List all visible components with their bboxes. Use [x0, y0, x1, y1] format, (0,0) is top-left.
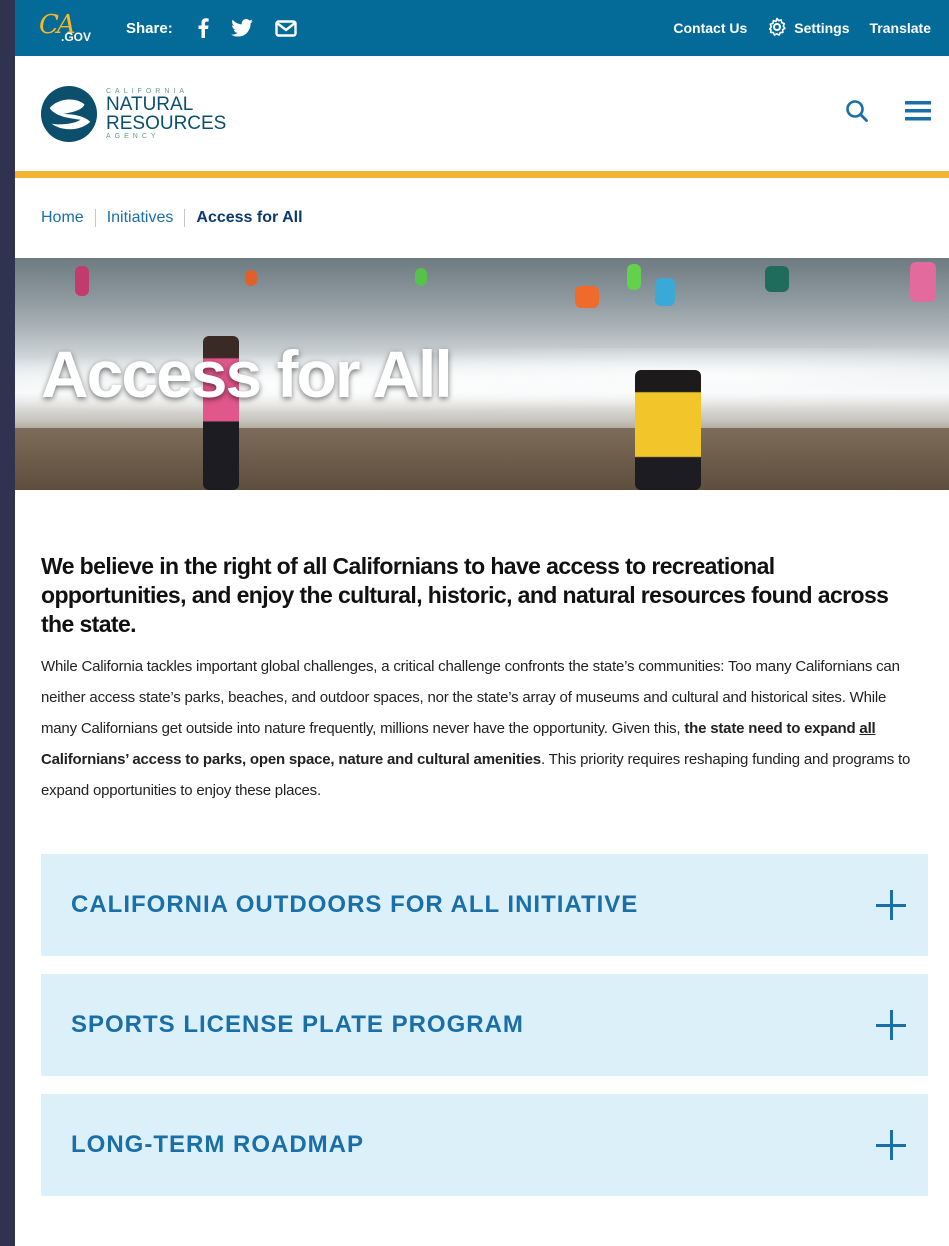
agency-name: CALIFORNIA NATURAL RESOURCES AGENCY — [106, 88, 226, 140]
hero-swimmer — [765, 266, 789, 292]
breadcrumb: Home Initiatives Access for All — [15, 178, 949, 258]
share-label: Share: — [126, 19, 173, 37]
share-icons — [197, 18, 297, 38]
brand-header: CALIFORNIA NATURAL RESOURCES AGENCY — [15, 56, 949, 178]
breadcrumb-separator — [94, 209, 96, 227]
twitter-icon[interactable] — [230, 19, 253, 37]
hero-child-yellow — [635, 370, 701, 490]
ca-logo-gov: .GOV — [61, 30, 92, 44]
plus-icon[interactable] — [876, 1010, 906, 1040]
menu-icon[interactable] — [905, 100, 931, 127]
body-bold-underline: all — [859, 720, 876, 737]
accordion-item-sports-license-plate[interactable]: SPORTS LICENSE PLATE PROGRAM — [41, 974, 928, 1076]
lead-statement: We believe in the right of all Californi… — [41, 553, 889, 637]
accordion-title: CALIFORNIA OUTDOORS FOR ALL INITIATIVE — [71, 891, 639, 918]
accordion-item-outdoors-for-all[interactable]: CALIFORNIA OUTDOORS FOR ALL INITIATIVE — [41, 854, 928, 956]
accordion: CALIFORNIA OUTDOORS FOR ALL INITIATIVE S… — [41, 854, 928, 1196]
body-bold-a: the state need to expand — [684, 720, 860, 737]
hero-beach-sand — [15, 428, 949, 490]
search-icon[interactable] — [845, 99, 869, 128]
breadcrumb-initiatives[interactable]: Initiatives — [107, 209, 174, 227]
accordion-item-long-term-roadmap[interactable]: LONG-TERM ROADMAP — [41, 1094, 928, 1196]
plus-icon[interactable] — [876, 890, 906, 920]
body-bold-b: Californians’ access to parks, open spac… — [41, 751, 541, 768]
agency-bottom-text: AGENCY — [106, 132, 160, 140]
settings-label: Settings — [794, 20, 850, 36]
gear-icon — [767, 17, 794, 40]
page: CA .GOV Share: Contact Us Settings Trans… — [15, 0, 949, 1246]
email-icon[interactable] — [274, 19, 297, 37]
breadcrumb-separator — [184, 209, 186, 227]
header-actions — [845, 99, 931, 128]
hero-title: Access for All — [41, 337, 453, 411]
hero-swimmer — [75, 266, 89, 296]
hero-swimmer — [910, 262, 936, 302]
agency-line1: NATURAL — [106, 93, 194, 115]
utility-links: Contact Us Settings Translate — [653, 17, 931, 40]
breadcrumb-home[interactable]: Home — [41, 209, 84, 227]
agency-logo[interactable]: CALIFORNIA NATURAL RESOURCES AGENCY — [40, 85, 226, 143]
breadcrumb-current: Access for All — [196, 209, 303, 226]
translate-button[interactable]: Translate — [870, 20, 931, 36]
translate-label: Translate — [869, 20, 931, 36]
accordion-title: LONG-TERM ROADMAP — [71, 1131, 364, 1158]
agency-line2: RESOURCES — [106, 112, 227, 134]
plus-icon[interactable] — [876, 1130, 906, 1160]
hero-swimmer — [655, 278, 675, 306]
agency-emblem-icon — [40, 85, 98, 142]
main-content: We believe in the right of all Californi… — [15, 490, 949, 1196]
facebook-icon[interactable] — [197, 18, 209, 38]
body-paragraph: While California tackles important globa… — [41, 651, 923, 806]
utility-bar: CA .GOV Share: Contact Us Settings Trans… — [15, 0, 949, 56]
accordion-title: SPORTS LICENSE PLATE PROGRAM — [71, 1011, 524, 1038]
contact-us-label: Contact Us — [673, 20, 748, 36]
hero-swimmer — [245, 270, 257, 286]
contact-us-link[interactable]: Contact Us — [673, 20, 747, 36]
settings-button[interactable]: Settings — [767, 17, 850, 40]
hero-swimmer — [627, 264, 641, 290]
hero-swimmer — [575, 286, 599, 308]
ca-gov-logo[interactable]: CA .GOV — [39, 8, 91, 48]
hero-banner: Access for All — [15, 258, 949, 490]
hero-swimmer — [415, 268, 427, 286]
